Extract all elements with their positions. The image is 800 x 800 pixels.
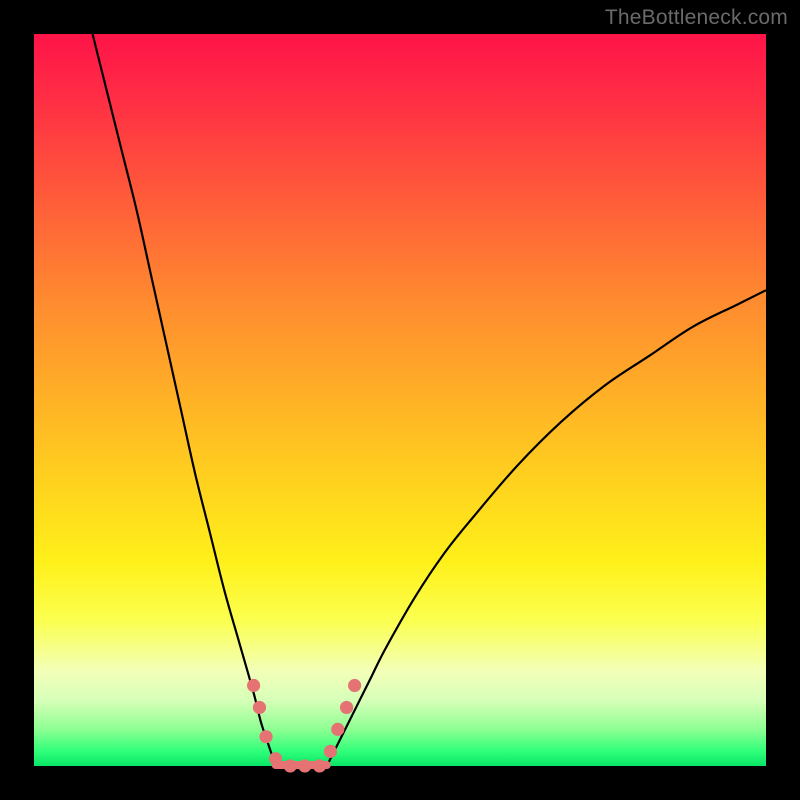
sample-dots <box>247 679 361 773</box>
chart-frame: TheBottleneck.com <box>0 0 800 800</box>
right-curve <box>327 290 766 766</box>
chart-svg <box>34 34 766 766</box>
sample-dot <box>331 723 344 736</box>
left-curve <box>93 34 276 766</box>
sample-dot <box>324 745 337 758</box>
watermark-text: TheBottleneck.com <box>605 6 788 30</box>
sample-dot <box>284 759 297 772</box>
plot-area <box>34 34 766 766</box>
sample-dot <box>269 752 282 765</box>
sample-dot <box>253 701 266 714</box>
sample-dot <box>247 679 260 692</box>
sample-dot <box>259 730 272 743</box>
sample-dot <box>313 759 326 772</box>
sample-dot <box>348 679 361 692</box>
sample-dot <box>340 701 353 714</box>
sample-dot <box>298 759 311 772</box>
